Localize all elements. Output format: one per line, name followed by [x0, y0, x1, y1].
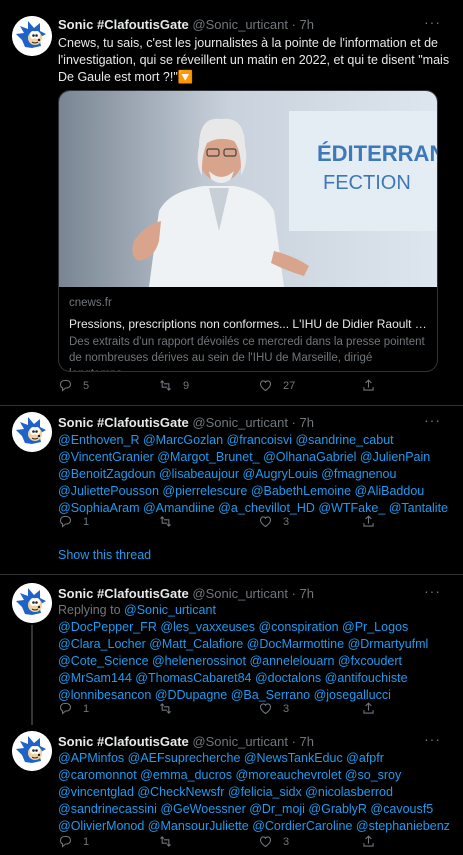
like-count: 3 — [283, 515, 290, 528]
author-handle[interactable]: @Sonic_urticant · 7h — [192, 586, 314, 601]
more-icon[interactable]: ··· — [424, 583, 441, 599]
retweet-button[interactable] — [158, 514, 183, 529]
share-button[interactable] — [361, 834, 376, 849]
card-image: ÉDITERRANÉE FECTION — [59, 91, 437, 287]
like-count: 3 — [283, 702, 290, 715]
reply-count: 5 — [83, 379, 90, 392]
like-icon — [259, 703, 272, 715]
tweet-text[interactable]: @DocPepper_FR @les_vaxxeuses @conspirati… — [58, 619, 453, 704]
retweet-count: 9 — [183, 379, 190, 392]
reply-count: 1 — [83, 702, 90, 715]
share-icon — [363, 835, 374, 847]
share-icon — [363, 379, 374, 391]
tweet[interactable]: Sonic #ClafoutisGate @Sonic_urticant · 7… — [0, 0, 463, 405]
author-name[interactable]: Sonic #ClafoutisGate — [58, 734, 189, 749]
replying-to: Replying to @Sonic_urticant — [58, 602, 453, 619]
more-icon[interactable]: ··· — [424, 731, 441, 747]
replying-to-label: Replying to — [58, 603, 121, 617]
author-handle[interactable]: @Sonic_urticant · 7h — [192, 734, 314, 749]
reply-button[interactable]: 5 — [58, 378, 89, 393]
avatar[interactable] — [12, 731, 52, 771]
tweet[interactable]: Sonic #ClafoutisGate @Sonic_urticant · 7… — [0, 727, 463, 855]
reply-count: 1 — [83, 515, 90, 528]
reply-button[interactable]: 1 — [58, 514, 89, 529]
tweet-actions: 1 3 — [58, 834, 451, 852]
reply-button[interactable]: 1 — [58, 701, 89, 716]
replying-to-handle[interactable]: @Sonic_urticant — [124, 603, 216, 617]
like-button[interactable]: 3 — [258, 701, 289, 716]
card-description: Des extraits d'un rapport dévoilés ce me… — [69, 336, 425, 371]
reply-icon — [59, 702, 72, 715]
tweet-text: Cnews, tu sais, c'est les journalistes à… — [58, 36, 450, 84]
reply-icon — [59, 379, 72, 392]
reply-button[interactable]: 1 — [58, 834, 89, 849]
thread-connector — [31, 625, 33, 725]
retweet-button[interactable]: 9 — [158, 378, 189, 393]
reply-count: 1 — [83, 835, 90, 848]
retweet-icon — [159, 380, 172, 391]
like-button[interactable]: 27 — [258, 378, 295, 393]
retweet-icon — [159, 516, 172, 527]
share-icon — [363, 702, 374, 714]
share-button[interactable] — [361, 378, 376, 393]
card-domain: cnews.fr — [69, 297, 112, 309]
share-button[interactable] — [361, 514, 376, 529]
reply-icon — [59, 835, 72, 848]
reply-icon — [59, 515, 72, 528]
like-icon — [259, 836, 272, 848]
avatar[interactable] — [12, 412, 52, 452]
svg-text:FECTION: FECTION — [323, 172, 411, 194]
tweet-actions: 5 9 27 — [58, 378, 451, 396]
like-count: 27 — [283, 379, 296, 392]
like-button[interactable]: 3 — [258, 834, 289, 849]
retweet-button[interactable] — [158, 834, 183, 849]
more-icon[interactable]: ··· — [424, 412, 441, 428]
tweet-text[interactable]: @APMinfos @AEFsuprecherche @NewsTankEduc… — [58, 750, 453, 835]
svg-text:ÉDITERRANÉE: ÉDITERRANÉE — [317, 141, 437, 166]
tweet-actions: 1 3 — [58, 514, 451, 532]
avatar[interactable] — [12, 583, 52, 623]
author-name[interactable]: Sonic #ClafoutisGate — [58, 17, 189, 32]
author-handle[interactable]: @Sonic_urticant · 7h — [192, 415, 314, 430]
retweet-icon — [159, 703, 172, 714]
author-name[interactable]: Sonic #ClafoutisGate — [58, 586, 189, 601]
retweet-button[interactable] — [158, 701, 183, 716]
author-handle[interactable]: @Sonic_urticant · 7h — [192, 17, 314, 32]
show-thread-link[interactable]: Show this thread — [58, 548, 151, 562]
tweet[interactable]: Sonic #ClafoutisGate @Sonic_urticant · 7… — [0, 575, 463, 725]
author-name[interactable]: Sonic #ClafoutisGate — [58, 415, 189, 430]
tweet-text[interactable]: @Enthoven_R @MarcGozlan @francoisvi @san… — [58, 432, 453, 517]
avatar[interactable] — [12, 16, 52, 56]
more-icon[interactable]: ··· — [424, 14, 441, 30]
link-card[interactable]: ÉDITERRANÉE FECTION cnews.fr Pressions, … — [58, 90, 438, 372]
like-icon — [259, 516, 272, 528]
retweet-icon — [159, 836, 172, 847]
share-button[interactable] — [361, 701, 376, 716]
like-button[interactable]: 3 — [258, 514, 289, 529]
card-title: Pressions, prescriptions non conformes..… — [69, 317, 429, 331]
share-icon — [363, 515, 374, 527]
like-count: 3 — [283, 835, 290, 848]
tweet-actions: 1 3 — [58, 701, 451, 719]
like-icon — [259, 380, 272, 392]
